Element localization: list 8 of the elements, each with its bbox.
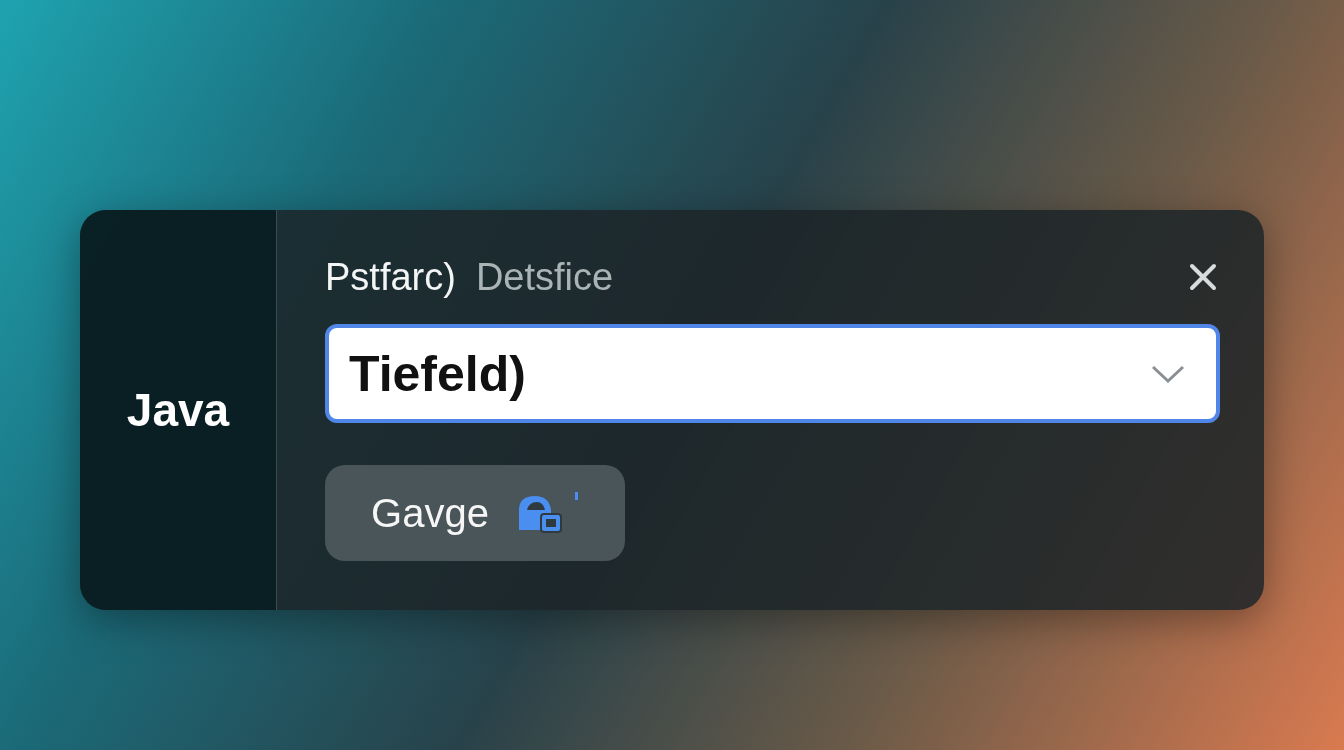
chevron-down-icon (1150, 363, 1186, 384)
close-icon[interactable] (1188, 262, 1218, 292)
gavge-button[interactable]: Gavge (325, 465, 625, 561)
dropdown-field[interactable]: Tiefeld) (325, 324, 1220, 423)
dialog-subtitle: Detsfice (475, 255, 614, 299)
padlock-icon (516, 490, 579, 536)
sidebar-label: Java (126, 383, 230, 437)
dialog-title: Pstfarc) (325, 255, 456, 299)
